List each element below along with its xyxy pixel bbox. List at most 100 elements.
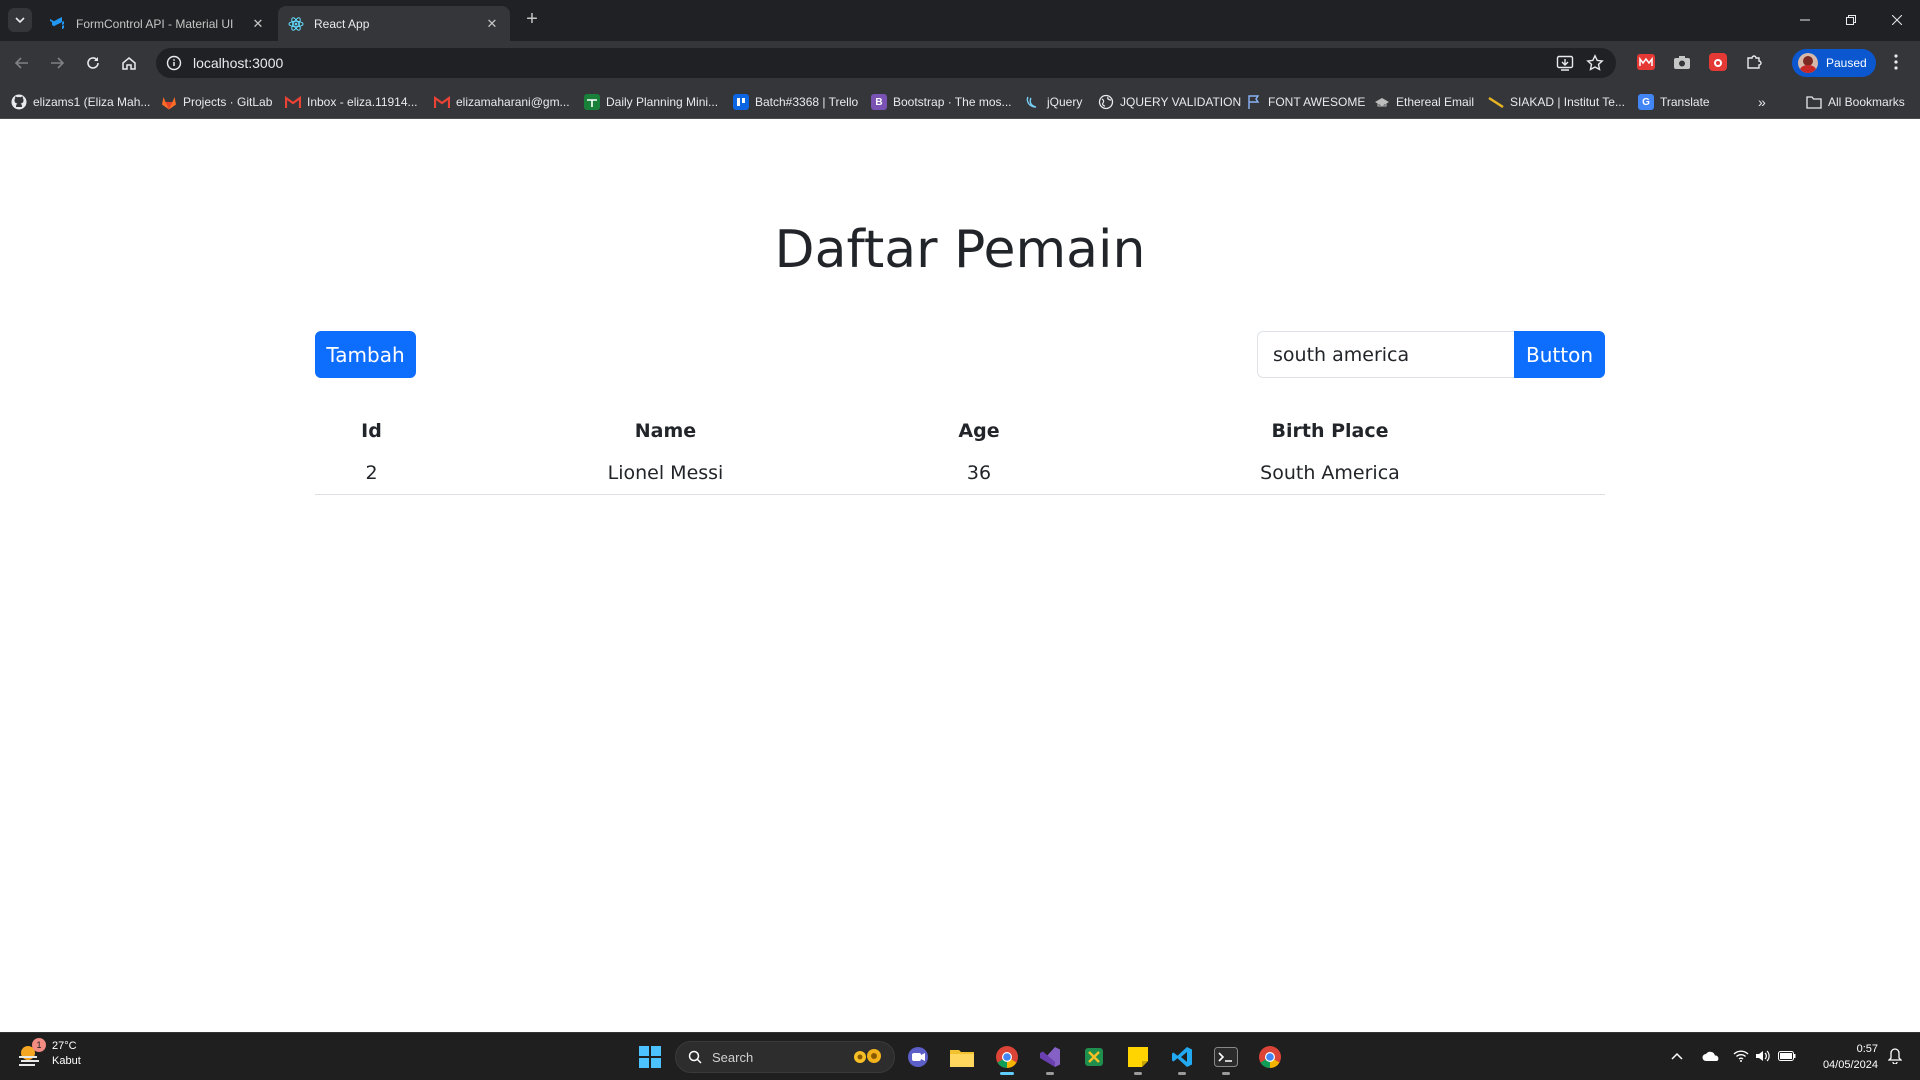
close-window-button[interactable]: [1874, 0, 1920, 40]
onedrive-cloud-icon[interactable]: [1702, 1047, 1720, 1065]
arrow-right-icon: [51, 57, 65, 69]
cell-name: Lionel Messi: [607, 462, 724, 484]
search-button[interactable]: Button: [1514, 331, 1605, 378]
bookmark-translate[interactable]: G Translate: [1638, 91, 1710, 113]
taskbar-terminal[interactable]: [1210, 1041, 1242, 1075]
bookmark-jquery-validation[interactable]: JQUERY VALIDATION: [1098, 91, 1241, 113]
players-table: Id Name Age Birth Place 2 Lionel Messi 3…: [315, 410, 1605, 495]
double-chevron-right-icon: »: [1758, 94, 1766, 110]
page-title: Daftar Pemain: [774, 220, 1146, 280]
reload-button[interactable]: [80, 50, 106, 76]
extension-red-camera-icon[interactable]: [1708, 52, 1728, 72]
chrome-icon: [1259, 1046, 1281, 1068]
extension-red-icon[interactable]: [1636, 52, 1656, 72]
system-clock[interactable]: 0:57 04/05/2024: [1806, 1041, 1878, 1073]
battery-icon[interactable]: [1778, 1047, 1796, 1065]
close-tab-icon[interactable]: ✕: [250, 16, 266, 32]
camera-extension-icon[interactable]: [1672, 52, 1692, 72]
browser-titlebar: FormControl API - Material UI ✕ React Ap…: [0, 0, 1920, 41]
bookmark-label: FONT AWESOME: [1268, 95, 1366, 109]
column-header-id: Id: [361, 420, 382, 442]
bootstrap-icon: B: [871, 94, 887, 110]
taskbar-visual-studio[interactable]: [1034, 1041, 1066, 1075]
tab-search-button[interactable]: [8, 8, 32, 32]
taskbar-chrome-2[interactable]: [1254, 1041, 1286, 1073]
home-icon: [122, 57, 136, 70]
forward-button[interactable]: [44, 50, 70, 76]
column-header-name: Name: [634, 420, 697, 442]
windows-logo-icon: [639, 1046, 661, 1068]
all-bookmarks-button[interactable]: All Bookmarks: [1806, 91, 1905, 113]
bookmark-label: Inbox - eliza.11914...: [307, 95, 418, 109]
bookmarks-bar: elizams1 (Eliza Mah... Projects · GitLab…: [0, 84, 1920, 119]
url-text[interactable]: localhost:3000: [193, 55, 283, 71]
active-indicator: [1000, 1072, 1014, 1075]
bookmark-inbox[interactable]: Inbox - eliza.11914...: [285, 91, 418, 113]
bookmark-elizamaharani[interactable]: elizamaharani@gm...: [434, 91, 570, 113]
running-indicator: [1134, 1072, 1142, 1075]
restore-button[interactable]: [1828, 0, 1874, 40]
cell-id: 2: [365, 462, 378, 484]
taskbar-search-box[interactable]: Search: [675, 1041, 895, 1073]
wifi-icon[interactable]: [1732, 1047, 1750, 1065]
bookmark-bootstrap[interactable]: B Bootstrap · The mos...: [871, 91, 1012, 113]
bookmark-font-awesome[interactable]: FONT AWESOME: [1246, 91, 1365, 113]
taskbar-file-explorer[interactable]: [946, 1041, 978, 1073]
gmail-icon: [285, 94, 301, 110]
tray-overflow-chevron-up-icon[interactable]: [1668, 1047, 1686, 1065]
home-button[interactable]: [116, 50, 142, 76]
tab-formcontrol[interactable]: FormControl API - Material UI ✕: [40, 6, 276, 41]
taskbar-snipping-tool[interactable]: [1078, 1041, 1110, 1073]
bookmark-label: elizamaharani@gm...: [456, 95, 570, 109]
info-icon[interactable]: [166, 55, 182, 71]
page-content: Daftar Pemain Tambah Button Id Name Age …: [0, 120, 1920, 1032]
folder-icon: [1806, 94, 1822, 110]
siakad-icon: [1488, 94, 1504, 110]
close-tab-icon[interactable]: ✕: [484, 16, 500, 32]
bookmark-label: Translate: [1660, 95, 1710, 109]
vscode-icon: [1172, 1047, 1192, 1067]
gitlab-icon: [161, 94, 177, 110]
taskbar-meet-app[interactable]: [902, 1041, 934, 1073]
bookmark-daily-planning[interactable]: Daily Planning Mini...: [584, 91, 718, 113]
bookmark-jquery[interactable]: jQuery: [1025, 91, 1082, 113]
address-bar[interactable]: localhost:3000: [156, 48, 1616, 78]
taskbar-chrome[interactable]: [991, 1041, 1023, 1075]
weather-badge: 1: [32, 1038, 46, 1052]
profile-button[interactable]: Paused: [1792, 49, 1876, 77]
browser-menu-button[interactable]: [1886, 52, 1906, 72]
taskbar-vscode[interactable]: [1166, 1041, 1198, 1075]
clock-time: 0:57: [1856, 1043, 1878, 1055]
bookmark-label: Batch#3368 | Trello: [755, 95, 859, 109]
sheets-icon: [584, 94, 600, 110]
weather-widget[interactable]: 1 27°C Kabut: [16, 1038, 81, 1069]
bookmark-gitlab[interactable]: Projects · GitLab: [161, 91, 272, 113]
github-icon: [11, 94, 27, 110]
bookmark-ethereal-email[interactable]: Ethereal Email: [1374, 91, 1474, 113]
tab-react-app[interactable]: React App ✕: [278, 6, 510, 41]
bookmark-label: Bootstrap · The mos...: [893, 95, 1012, 109]
star-icon[interactable]: [1586, 54, 1604, 72]
bookmark-siakad[interactable]: SIAKAD | Institut Te...: [1488, 91, 1625, 113]
browser-toolbar: localhost:3000 Paused: [0, 41, 1920, 84]
new-tab-button[interactable]: +: [522, 9, 542, 30]
back-button[interactable]: [9, 50, 35, 76]
bookmark-label: jQuery: [1047, 95, 1083, 109]
install-app-icon[interactable]: [1556, 54, 1574, 72]
bookmark-github[interactable]: elizams1 (Eliza Mah...: [11, 91, 150, 113]
taskbar-sticky-notes[interactable]: [1122, 1041, 1154, 1075]
restore-icon: [1846, 15, 1856, 25]
flowers-icon: [854, 1049, 881, 1063]
weather-fog-icon: 1: [16, 1038, 46, 1068]
search-input[interactable]: [1257, 331, 1515, 378]
start-button[interactable]: [634, 1041, 666, 1073]
bookmark-trello[interactable]: Batch#3368 | Trello: [733, 91, 858, 113]
volume-icon[interactable]: [1754, 1047, 1772, 1065]
profile-status: Paused: [1826, 56, 1867, 70]
more-bookmarks-button[interactable]: »: [1758, 91, 1766, 113]
column-header-age: Age: [958, 420, 1000, 442]
notification-bell-icon[interactable]: [1886, 1047, 1904, 1065]
extensions-puzzle-icon[interactable]: [1744, 52, 1764, 72]
minimize-button[interactable]: [1782, 0, 1828, 40]
add-button[interactable]: Tambah: [315, 331, 416, 378]
